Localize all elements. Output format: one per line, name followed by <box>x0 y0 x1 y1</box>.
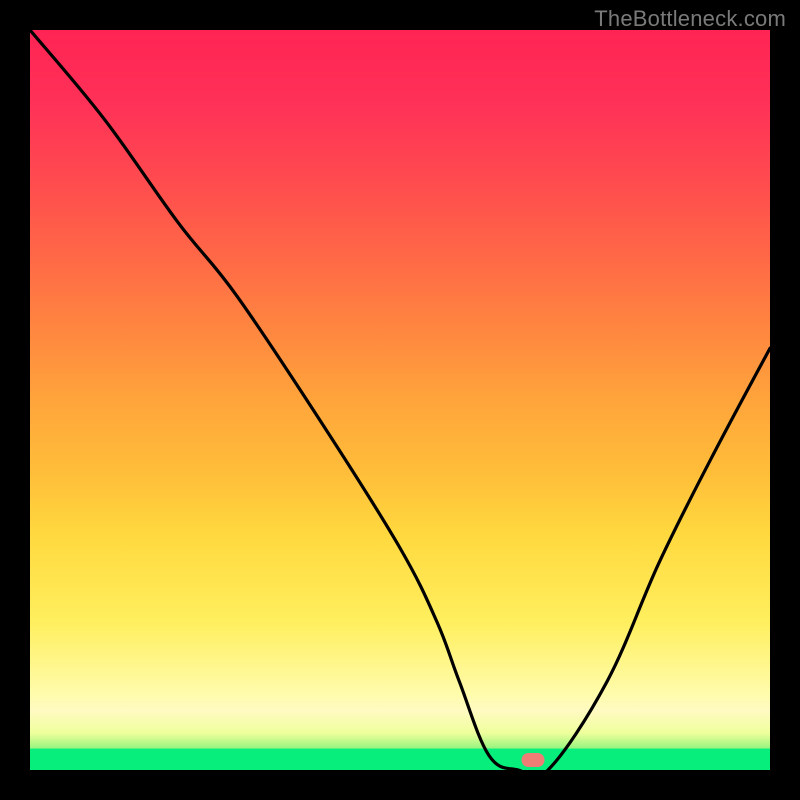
watermark-label: TheBottleneck.com <box>594 6 786 32</box>
chart-plot-area <box>30 30 770 770</box>
optimal-marker <box>522 753 545 767</box>
chart-frame: TheBottleneck.com <box>0 0 800 800</box>
bottleneck-curve <box>30 30 770 770</box>
